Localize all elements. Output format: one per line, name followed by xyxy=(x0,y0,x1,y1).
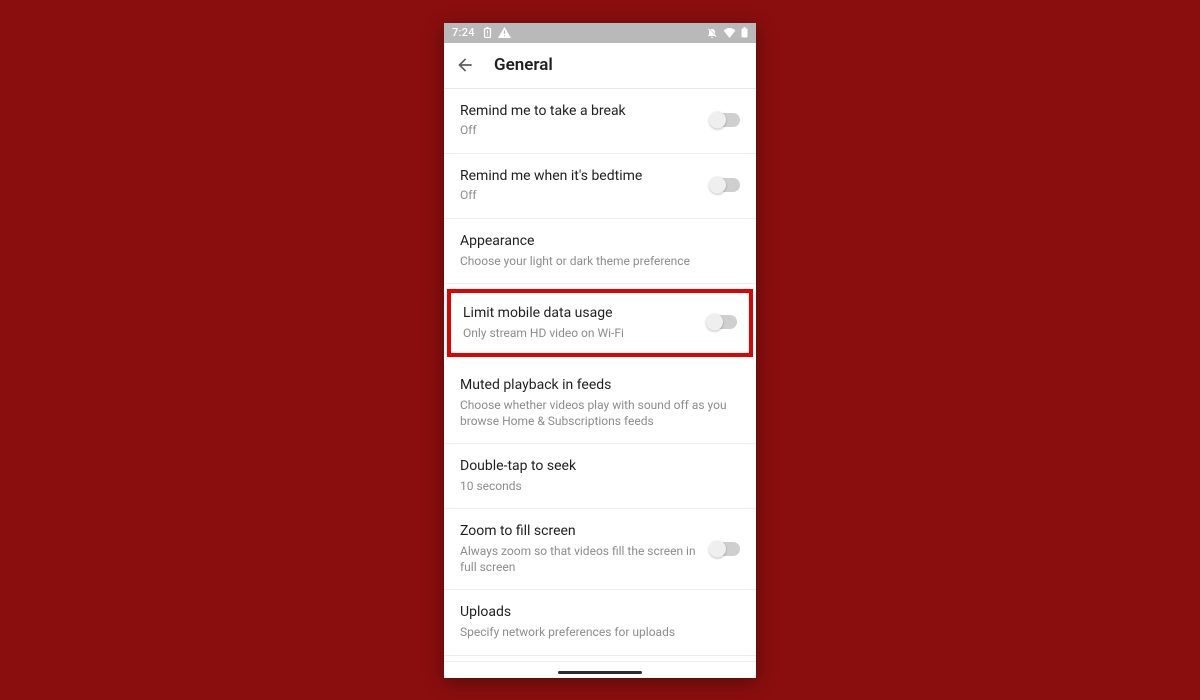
row-subtitle: 10 seconds xyxy=(460,478,740,494)
row-title: Remind me when it's bedtime xyxy=(460,167,700,186)
row-subtitle: Specify network preferences for uploads xyxy=(460,624,740,640)
row-subtitle: Choose your light or dark theme preferen… xyxy=(460,253,740,269)
back-button[interactable] xyxy=(454,54,476,76)
battery-icon xyxy=(741,27,748,38)
battery-warn-icon xyxy=(483,27,492,38)
row-title: Muted playback in feeds xyxy=(460,376,740,395)
toggle-remind-bedtime[interactable] xyxy=(710,178,740,192)
toggle-zoom-fill[interactable] xyxy=(710,542,740,556)
status-left-icons xyxy=(483,27,511,38)
row-muted-playback[interactable]: Muted playback in feeds Choose whether v… xyxy=(444,363,756,444)
row-uploads[interactable]: Uploads Specify network preferences for … xyxy=(444,590,756,655)
wifi-icon xyxy=(723,28,736,38)
row-title: Double-tap to seek xyxy=(460,457,740,476)
settings-list: Remind me to take a break Off Remind me … xyxy=(444,89,756,678)
status-bar: 7:24 xyxy=(444,23,756,43)
row-zoom-fill[interactable]: Zoom to fill screen Always zoom so that … xyxy=(444,509,756,590)
toggle-remind-break[interactable] xyxy=(710,113,740,127)
row-subtitle: Off xyxy=(460,122,700,138)
row-subtitle: Off xyxy=(460,187,700,203)
warning-icon xyxy=(498,27,511,38)
row-subtitle: Choose whether videos play with sound of… xyxy=(460,397,740,429)
row-subtitle: Always zoom so that videos fill the scre… xyxy=(460,543,700,575)
row-title: Appearance xyxy=(460,232,740,251)
nav-home-indicator[interactable] xyxy=(558,671,642,674)
row-subtitle: Only stream HD video on Wi-Fi xyxy=(463,325,697,341)
row-double-tap-seek[interactable]: Double-tap to seek 10 seconds xyxy=(444,444,756,509)
page-title: General xyxy=(494,55,553,75)
toggle-limit-data[interactable] xyxy=(707,315,737,329)
row-appearance[interactable]: Appearance Choose your light or dark the… xyxy=(444,219,756,284)
phone-frame: 7:24 General xyxy=(444,23,756,678)
status-right-icons xyxy=(706,27,748,39)
dnd-icon xyxy=(706,27,718,39)
row-title: Remind me to take a break xyxy=(460,102,700,121)
row-remind-break[interactable]: Remind me to take a break Off xyxy=(444,89,756,154)
status-time: 7:24 xyxy=(452,26,475,39)
row-title: Uploads xyxy=(460,603,740,622)
next-row-peek xyxy=(444,656,756,662)
highlight-limit-data: Limit mobile data usage Only stream HD v… xyxy=(447,289,753,357)
row-title: Limit mobile data usage xyxy=(463,304,697,323)
arrow-left-icon xyxy=(455,55,475,75)
row-limit-data[interactable]: Limit mobile data usage Only stream HD v… xyxy=(451,293,749,353)
app-bar: General xyxy=(444,43,756,89)
row-remind-bedtime[interactable]: Remind me when it's bedtime Off xyxy=(444,154,756,219)
row-title: Zoom to fill screen xyxy=(460,522,700,541)
